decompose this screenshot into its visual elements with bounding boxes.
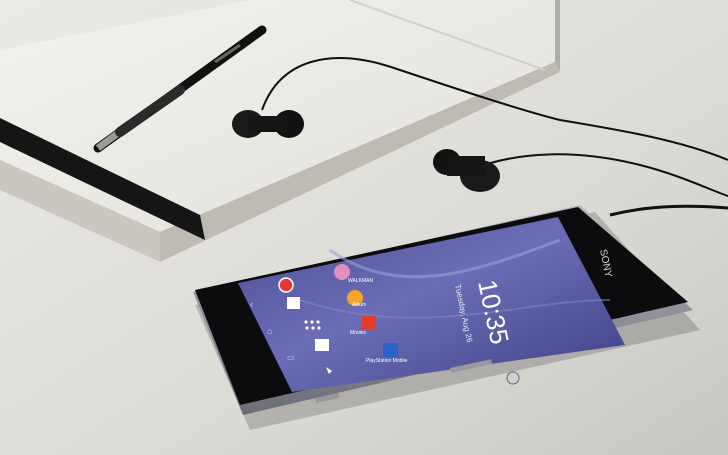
chrome-icon[interactable] <box>278 277 294 293</box>
app-label-playstation: PlayStation Mobile <box>366 358 408 364</box>
recents-icon[interactable]: ▭ <box>287 353 295 362</box>
power-button[interactable] <box>506 371 520 385</box>
messaging-icon[interactable] <box>315 339 329 351</box>
app-label-movies: Movies <box>350 330 366 336</box>
photo-canvas: SONY 10:35 Tuesday, Aug 26 WALKMAN Album… <box>0 0 728 455</box>
app-label-walkman: WALKMAN <box>348 278 373 284</box>
app-label-album: Album <box>352 302 366 308</box>
play-store-icon[interactable] <box>287 297 300 309</box>
back-icon[interactable]: ‹ <box>250 299 253 309</box>
photo-scene: SONY 10:35 Tuesday, Aug 26 WALKMAN Album… <box>0 0 728 455</box>
movies-icon[interactable] <box>362 316 376 329</box>
home-icon[interactable]: ⌂ <box>267 326 272 336</box>
playstation-icon[interactable] <box>383 343 398 357</box>
